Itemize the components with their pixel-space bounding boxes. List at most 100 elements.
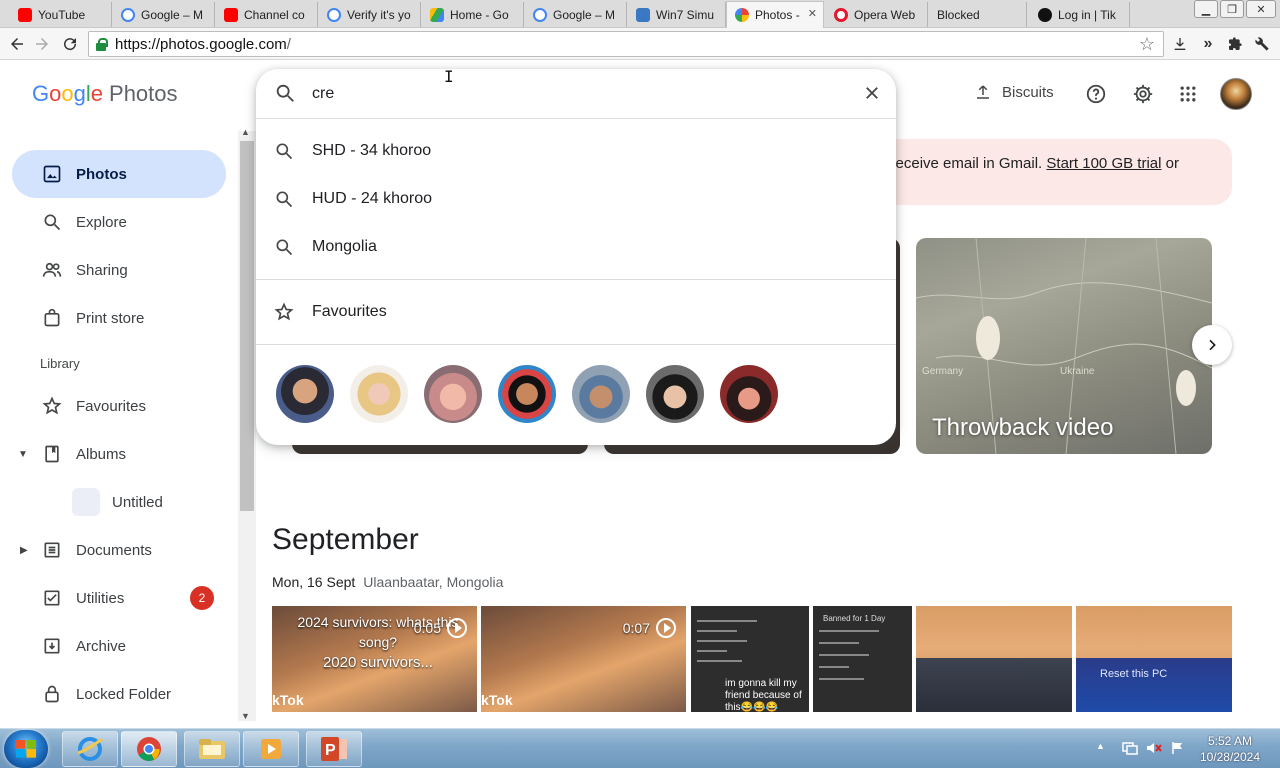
url-host: https://photos.google.com [115,35,287,53]
sidebar-item-favourites[interactable]: Favourites [12,382,226,430]
search-icon [40,210,64,234]
close-icon[interactable]: ✕ [808,7,817,20]
sidebar-scrollbar[interactable]: ▲ ▼ [238,127,256,721]
tab-channel[interactable]: Channel co [216,2,318,27]
internet-explorer-icon[interactable] [62,731,118,767]
settings-gear-icon[interactable] [1130,81,1156,107]
face-avatar[interactable] [720,365,778,423]
search-icon [274,189,294,209]
face-avatar[interactable] [424,365,482,423]
sidebar-item-label: Albums [76,445,127,463]
download-icon[interactable] [1170,34,1190,54]
powerpoint-icon[interactable]: P [306,731,362,767]
reload-button[interactable] [58,32,82,56]
face-avatar[interactable] [350,365,408,423]
memory-title: Throwback video [932,414,1114,441]
tab-google-1[interactable]: Google – M [113,2,215,27]
scroll-up-icon[interactable]: ▲ [241,127,250,137]
file-explorer-icon[interactable] [184,731,240,767]
tab-photos[interactable]: Photos - ✕ [726,1,824,28]
tab-label: Win7 Simu [656,7,715,22]
sidebar-item-photos[interactable]: Photos [12,150,226,198]
volume-muted-icon[interactable] [1146,741,1162,755]
search-input[interactable] [312,81,832,107]
chrome-taskbar-icon[interactable] [121,731,177,767]
tab-label: Channel co [244,7,305,22]
scroll-down-icon[interactable]: ▼ [241,711,250,721]
tab-tiktok[interactable]: Log in | Tik [1030,2,1130,27]
forward-button[interactable] [30,32,54,56]
sidebar-item-sharing[interactable]: Sharing [12,246,226,294]
close-icon[interactable] [860,81,884,105]
sidebar-item-locked-folder[interactable]: Locked Folder [12,670,226,718]
bookmark-star-icon[interactable]: ☆ [1139,34,1155,55]
opera-icon [834,7,848,22]
sidebar-item-label: Sharing [76,261,128,279]
photo-thumbnail[interactable]: im gonna kill my friend because of this😂… [691,606,809,712]
photo-thumbnail[interactable]: Reset this PC [1076,606,1232,712]
suggestion-label: SHD - 34 khoroo [312,142,432,159]
more-chevron-icon[interactable]: » [1198,34,1218,54]
sidebar-item-utilities[interactable]: Utilities 2 [12,574,226,622]
tab-label: Verify it's yo [347,7,411,22]
photo-thumbnail[interactable] [916,606,1072,712]
caret-down-icon[interactable]: ▼ [18,449,28,460]
search-icon [274,141,294,161]
tiktok-watermark: kTok [481,692,513,708]
sidebar-item-untitled-album[interactable]: Untitled [12,478,226,526]
action-center-flag-icon[interactable] [1170,741,1186,755]
youtube-icon [18,7,32,22]
caret-right-icon[interactable]: ▶ [20,545,28,556]
tab-youtube[interactable]: YouTube [10,2,112,27]
taskbar-clock[interactable]: 5:52 AM 10/28/2024 [1200,733,1260,765]
video-thumbnail[interactable]: 0:07 kTok [481,606,686,712]
media-player-icon[interactable] [243,731,299,767]
scrollbar-thumb[interactable] [240,141,254,511]
google-photos-logo[interactable]: Google Photos [32,81,178,107]
start-trial-link[interactable]: Start 100 GB trial [1046,155,1161,172]
tab-win7[interactable]: Win7 Simu [628,2,726,27]
tab-opera[interactable]: Opera Web [826,2,928,27]
sidebar-item-albums[interactable]: ▼ Albums [12,430,226,478]
maximize-button[interactable]: ❐ [1220,0,1244,18]
sidebar-item-label: Archive [76,637,127,655]
close-window-button[interactable]: ✕ [1246,0,1276,18]
address-bar[interactable]: https://photos.google.com / ☆ [88,31,1164,57]
help-icon[interactable] [1083,81,1109,107]
sidebar-item-print-store[interactable]: Print store [12,294,226,342]
lock-icon [95,37,108,51]
memory-card-throwback[interactable]: Germany Ukraine Throwback video [916,238,1212,454]
wrench-icon[interactable] [1252,34,1272,54]
tab-verify[interactable]: Verify it's yo [319,2,421,27]
tab-home-drive[interactable]: Home - Go [422,2,524,27]
face-avatar[interactable] [572,365,630,423]
map-label: Ukraine [1060,366,1095,377]
tab-google-2[interactable]: Google – M [525,2,627,27]
search-suggestion[interactable]: SHD - 34 khoroo [256,127,896,175]
face-avatar[interactable] [646,365,704,423]
screenshot-caption: im gonna kill my friend because of this😂… [725,678,802,712]
apps-grid-icon[interactable] [1175,81,1201,107]
start-button[interactable] [4,730,48,768]
reload-icon [64,38,77,51]
sidebar-item-explore[interactable]: Explore [12,198,226,246]
next-memories-button[interactable] [1192,325,1232,365]
photo-thumbnail[interactable]: Banned for 1 Day [813,606,912,712]
sidebar-item-documents[interactable]: ▶ Documents [12,526,226,574]
tab-blocked[interactable]: Blocked [929,2,1027,27]
show-hidden-icons[interactable]: ▲ [1096,741,1112,755]
upload-button[interactable]: Biscuits [974,83,1054,101]
face-avatar[interactable] [498,365,556,423]
face-avatar[interactable] [276,365,334,423]
search-favourites-option[interactable]: Favourites [256,288,896,336]
search-suggestion[interactable]: HUD - 24 khoroo [256,175,896,223]
puzzle-extensions-icon[interactable] [1225,34,1245,54]
back-button[interactable] [5,32,29,56]
account-avatar[interactable] [1220,78,1252,110]
video-thumbnail[interactable]: 2024 survivors: whats this song? 2020 sur… [272,606,477,712]
sidebar-item-archive[interactable]: Archive [12,622,226,670]
network-icon[interactable] [1122,741,1138,755]
minimize-button[interactable]: ▁ [1194,0,1218,18]
search-suggestion[interactable]: Mongolia [256,223,896,271]
location-label[interactable]: Ulaanbaatar, Mongolia [363,574,503,590]
